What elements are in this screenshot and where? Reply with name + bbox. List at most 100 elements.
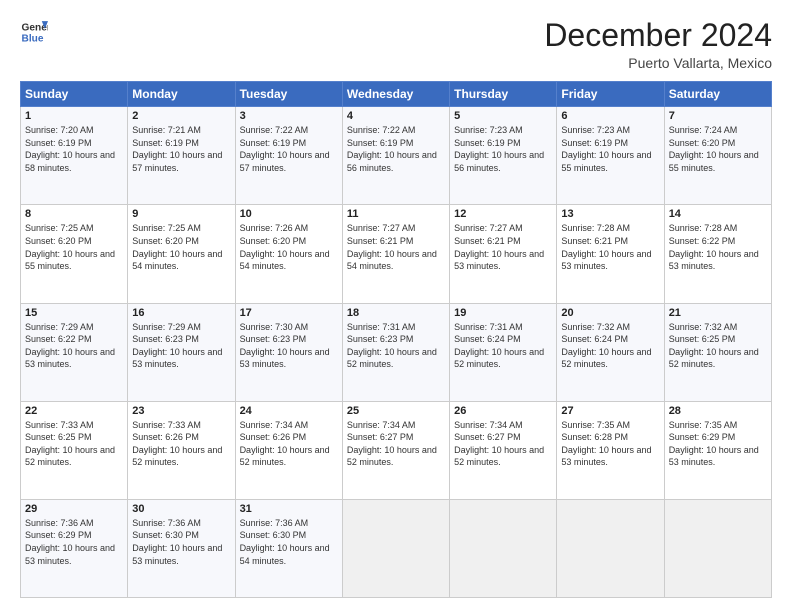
header-friday: Friday — [557, 82, 664, 107]
sunrise: Sunrise: 7:20 AM — [25, 125, 94, 135]
day-number: 24 — [240, 405, 338, 417]
day-number: 10 — [240, 208, 338, 220]
day-details: Sunrise: 7:33 AM Sunset: 6:26 PM Dayligh… — [132, 419, 230, 469]
day-details: Sunrise: 7:26 AM Sunset: 6:20 PM Dayligh… — [240, 222, 338, 272]
week-row-5: 29 Sunrise: 7:36 AM Sunset: 6:29 PM Dayl… — [21, 499, 772, 597]
day-cell: 14 Sunrise: 7:28 AM Sunset: 6:22 PM Dayl… — [664, 205, 771, 303]
sunrise: Sunrise: 7:36 AM — [240, 518, 309, 528]
sunrise: Sunrise: 7:23 AM — [561, 125, 630, 135]
day-details: Sunrise: 7:28 AM Sunset: 6:22 PM Dayligh… — [669, 222, 767, 272]
day-details: Sunrise: 7:23 AM Sunset: 6:19 PM Dayligh… — [454, 124, 552, 174]
day-number: 27 — [561, 405, 659, 417]
header-saturday: Saturday — [664, 82, 771, 107]
daylight: Daylight: 10 hours and 52 minutes. — [25, 445, 115, 468]
sunset: Sunset: 6:25 PM — [669, 334, 736, 344]
daylight: Daylight: 10 hours and 52 minutes. — [454, 347, 544, 370]
sunset: Sunset: 6:28 PM — [561, 432, 628, 442]
day-details: Sunrise: 7:35 AM Sunset: 6:28 PM Dayligh… — [561, 419, 659, 469]
day-cell: 3 Sunrise: 7:22 AM Sunset: 6:19 PM Dayli… — [235, 107, 342, 205]
sunrise: Sunrise: 7:21 AM — [132, 125, 201, 135]
daylight: Daylight: 10 hours and 55 minutes. — [561, 150, 651, 173]
day-details: Sunrise: 7:31 AM Sunset: 6:23 PM Dayligh… — [347, 321, 445, 371]
sunset: Sunset: 6:23 PM — [347, 334, 414, 344]
sunset: Sunset: 6:21 PM — [347, 236, 414, 246]
day-number: 2 — [132, 110, 230, 122]
day-cell: 5 Sunrise: 7:23 AM Sunset: 6:19 PM Dayli… — [450, 107, 557, 205]
daylight: Daylight: 10 hours and 52 minutes. — [561, 347, 651, 370]
daylight: Daylight: 10 hours and 52 minutes. — [669, 347, 759, 370]
day-cell: 15 Sunrise: 7:29 AM Sunset: 6:22 PM Dayl… — [21, 303, 128, 401]
week-row-2: 8 Sunrise: 7:25 AM Sunset: 6:20 PM Dayli… — [21, 205, 772, 303]
sunset: Sunset: 6:29 PM — [25, 530, 92, 540]
day-cell: 31 Sunrise: 7:36 AM Sunset: 6:30 PM Dayl… — [235, 499, 342, 597]
sunset: Sunset: 6:29 PM — [669, 432, 736, 442]
day-number: 18 — [347, 307, 445, 319]
sunrise: Sunrise: 7:35 AM — [669, 420, 738, 430]
day-number: 23 — [132, 405, 230, 417]
daylight: Daylight: 10 hours and 53 minutes. — [561, 249, 651, 272]
calendar-subtitle: Puerto Vallarta, Mexico — [544, 55, 772, 71]
day-number: 26 — [454, 405, 552, 417]
calendar-body: 1 Sunrise: 7:20 AM Sunset: 6:19 PM Dayli… — [21, 107, 772, 598]
daylight: Daylight: 10 hours and 53 minutes. — [669, 249, 759, 272]
day-details: Sunrise: 7:22 AM Sunset: 6:19 PM Dayligh… — [240, 124, 338, 174]
day-details: Sunrise: 7:36 AM Sunset: 6:29 PM Dayligh… — [25, 517, 123, 567]
day-details: Sunrise: 7:29 AM Sunset: 6:23 PM Dayligh… — [132, 321, 230, 371]
day-details: Sunrise: 7:21 AM Sunset: 6:19 PM Dayligh… — [132, 124, 230, 174]
sunset: Sunset: 6:20 PM — [669, 138, 736, 148]
day-details: Sunrise: 7:29 AM Sunset: 6:22 PM Dayligh… — [25, 321, 123, 371]
day-cell: 29 Sunrise: 7:36 AM Sunset: 6:29 PM Dayl… — [21, 499, 128, 597]
sunrise: Sunrise: 7:31 AM — [454, 322, 523, 332]
sunset: Sunset: 6:26 PM — [240, 432, 307, 442]
day-number: 5 — [454, 110, 552, 122]
day-number: 30 — [132, 503, 230, 515]
header-row: Sunday Monday Tuesday Wednesday Thursday… — [21, 82, 772, 107]
sunset: Sunset: 6:19 PM — [561, 138, 628, 148]
sunrise: Sunrise: 7:28 AM — [561, 223, 630, 233]
day-details: Sunrise: 7:23 AM Sunset: 6:19 PM Dayligh… — [561, 124, 659, 174]
day-number: 17 — [240, 307, 338, 319]
sunset: Sunset: 6:26 PM — [132, 432, 199, 442]
daylight: Daylight: 10 hours and 54 minutes. — [240, 249, 330, 272]
sunset: Sunset: 6:19 PM — [240, 138, 307, 148]
day-details: Sunrise: 7:34 AM Sunset: 6:27 PM Dayligh… — [454, 419, 552, 469]
day-cell: 18 Sunrise: 7:31 AM Sunset: 6:23 PM Dayl… — [342, 303, 449, 401]
day-cell: 25 Sunrise: 7:34 AM Sunset: 6:27 PM Dayl… — [342, 401, 449, 499]
sunset: Sunset: 6:21 PM — [454, 236, 521, 246]
header-sunday: Sunday — [21, 82, 128, 107]
day-cell: 17 Sunrise: 7:30 AM Sunset: 6:23 PM Dayl… — [235, 303, 342, 401]
day-details: Sunrise: 7:30 AM Sunset: 6:23 PM Dayligh… — [240, 321, 338, 371]
day-cell: 10 Sunrise: 7:26 AM Sunset: 6:20 PM Dayl… — [235, 205, 342, 303]
daylight: Daylight: 10 hours and 53 minutes. — [454, 249, 544, 272]
day-cell: 8 Sunrise: 7:25 AM Sunset: 6:20 PM Dayli… — [21, 205, 128, 303]
day-details: Sunrise: 7:28 AM Sunset: 6:21 PM Dayligh… — [561, 222, 659, 272]
title-block: December 2024 Puerto Vallarta, Mexico — [544, 18, 772, 71]
sunset: Sunset: 6:19 PM — [347, 138, 414, 148]
sunrise: Sunrise: 7:30 AM — [240, 322, 309, 332]
daylight: Daylight: 10 hours and 53 minutes. — [561, 445, 651, 468]
sunrise: Sunrise: 7:27 AM — [454, 223, 523, 233]
day-cell: 16 Sunrise: 7:29 AM Sunset: 6:23 PM Dayl… — [128, 303, 235, 401]
day-number: 7 — [669, 110, 767, 122]
sunrise: Sunrise: 7:36 AM — [25, 518, 94, 528]
sunrise: Sunrise: 7:34 AM — [347, 420, 416, 430]
daylight: Daylight: 10 hours and 57 minutes. — [240, 150, 330, 173]
day-details: Sunrise: 7:22 AM Sunset: 6:19 PM Dayligh… — [347, 124, 445, 174]
day-cell: 20 Sunrise: 7:32 AM Sunset: 6:24 PM Dayl… — [557, 303, 664, 401]
daylight: Daylight: 10 hours and 52 minutes. — [347, 347, 437, 370]
sunset: Sunset: 6:22 PM — [25, 334, 92, 344]
daylight: Daylight: 10 hours and 53 minutes. — [132, 543, 222, 566]
day-details: Sunrise: 7:35 AM Sunset: 6:29 PM Dayligh… — [669, 419, 767, 469]
sunset: Sunset: 6:22 PM — [669, 236, 736, 246]
daylight: Daylight: 10 hours and 52 minutes. — [454, 445, 544, 468]
day-cell: 30 Sunrise: 7:36 AM Sunset: 6:30 PM Dayl… — [128, 499, 235, 597]
day-details: Sunrise: 7:32 AM Sunset: 6:25 PM Dayligh… — [669, 321, 767, 371]
sunset: Sunset: 6:20 PM — [25, 236, 92, 246]
day-details: Sunrise: 7:25 AM Sunset: 6:20 PM Dayligh… — [25, 222, 123, 272]
header-monday: Monday — [128, 82, 235, 107]
sunrise: Sunrise: 7:22 AM — [347, 125, 416, 135]
logo: General Blue — [20, 18, 48, 46]
day-number: 13 — [561, 208, 659, 220]
sunset: Sunset: 6:24 PM — [454, 334, 521, 344]
day-cell — [664, 499, 771, 597]
